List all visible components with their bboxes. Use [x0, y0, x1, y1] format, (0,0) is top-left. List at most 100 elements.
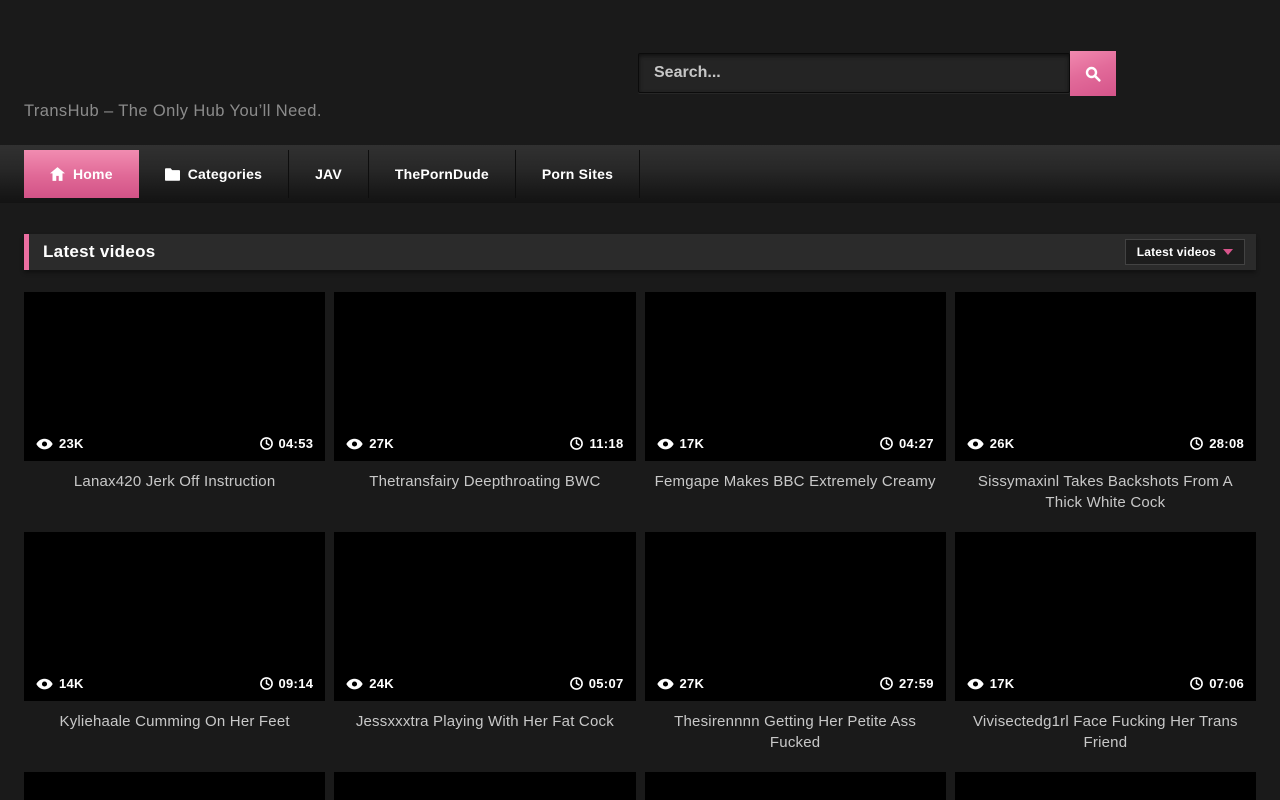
video-card[interactable]: 27K 11:18 Thetransfairy Deepthroating BW…: [334, 292, 635, 532]
nav-item-porn-sites[interactable]: Porn Sites: [516, 150, 640, 198]
search-button[interactable]: [1070, 51, 1116, 96]
section-header: Latest videos Latest videos: [24, 234, 1256, 270]
site-header: TransHub – The Only Hub You’ll Need.: [0, 0, 1280, 145]
video-card[interactable]: 27K 27:59 Thesirennnn Getting Her Petite…: [645, 532, 946, 772]
views-stat: 17K: [657, 436, 705, 451]
views-stat: 14K: [36, 676, 84, 691]
duration-stat: 05:07: [570, 676, 624, 691]
clock-icon: [570, 437, 583, 450]
video-thumbnail[interactable]: [24, 772, 325, 800]
clock-icon: [880, 437, 893, 450]
video-thumbnail[interactable]: 17K 07:06: [955, 532, 1256, 701]
search-form: [638, 51, 1116, 96]
thumb-stats: 26K 28:08: [955, 426, 1256, 461]
duration-value: 11:18: [589, 436, 623, 451]
nav-item-theporndude[interactable]: ThePornDude: [369, 150, 516, 198]
views-count: 23K: [59, 436, 84, 451]
video-card[interactable]: 17K 07:06 Vivisectedg1rl Face Fucking He…: [955, 532, 1256, 772]
video-thumbnail[interactable]: [955, 772, 1256, 800]
video-thumbnail[interactable]: 24K 05:07: [334, 532, 635, 701]
clock-icon: [1190, 437, 1203, 450]
clock-icon: [1190, 677, 1203, 690]
nav-item-label: JAV: [315, 166, 342, 182]
video-title[interactable]: Sissymaxinl Takes Backshots From A Thick…: [955, 461, 1256, 532]
video-card[interactable]: 17K 04:27 Femgape Makes BBC Extremely Cr…: [645, 292, 946, 532]
sort-dropdown[interactable]: Latest videos: [1125, 239, 1245, 265]
video-thumbnail[interactable]: [645, 772, 946, 800]
nav-item-jav[interactable]: JAV: [289, 150, 369, 198]
section-title: Latest videos: [43, 242, 156, 262]
nav-item-label: Categories: [188, 166, 262, 182]
video-thumbnail[interactable]: 17K 04:27: [645, 292, 946, 461]
views-stat: 27K: [657, 676, 705, 691]
video-title[interactable]: Kyliehaale Cumming On Her Feet: [24, 701, 325, 772]
video-card[interactable]: 26K 28:08 Sissymaxinl Takes Backshots Fr…: [955, 292, 1256, 532]
video-thumbnail[interactable]: 23K 04:53: [24, 292, 325, 461]
thumb-stats: 17K 04:27: [645, 426, 946, 461]
clock-icon: [260, 437, 273, 450]
eye-icon: [346, 438, 363, 450]
views-stat: 26K: [967, 436, 1015, 451]
video-card-partial[interactable]: [645, 772, 946, 800]
video-card[interactable]: 24K 05:07 Jessxxxtra Playing With Her Fa…: [334, 532, 635, 772]
eye-icon: [657, 438, 674, 450]
video-title[interactable]: Jessxxxtra Playing With Her Fat Cock: [334, 701, 635, 772]
views-stat: 27K: [346, 436, 394, 451]
video-card[interactable]: 14K 09:14 Kyliehaale Cumming On Her Feet: [24, 532, 325, 772]
duration-value: 27:59: [899, 676, 934, 691]
thumb-stats: 23K 04:53: [24, 426, 325, 461]
duration-stat: 07:06: [1190, 676, 1244, 691]
site-tagline: TransHub – The Only Hub You’ll Need.: [24, 102, 322, 121]
folder-icon: [165, 168, 180, 181]
video-title[interactable]: Thesirennnn Getting Her Petite Ass Fucke…: [645, 701, 946, 772]
sort-dropdown-label: Latest videos: [1137, 245, 1216, 259]
duration-value: 04:27: [899, 436, 934, 451]
nav-item-categories[interactable]: Categories: [139, 150, 289, 198]
video-thumbnail[interactable]: 27K 11:18: [334, 292, 635, 461]
video-title[interactable]: Thetransfairy Deepthroating BWC: [334, 461, 635, 532]
video-title[interactable]: Femgape Makes BBC Extremely Creamy: [645, 461, 946, 532]
duration-stat: 04:27: [880, 436, 934, 451]
views-stat: 17K: [967, 676, 1015, 691]
video-thumbnail[interactable]: 26K 28:08: [955, 292, 1256, 461]
nav-item-label: Porn Sites: [542, 166, 613, 182]
eye-icon: [346, 678, 363, 690]
views-count: 24K: [369, 676, 394, 691]
duration-value: 05:07: [589, 676, 624, 691]
video-card-partial[interactable]: [24, 772, 325, 800]
views-count: 17K: [680, 436, 705, 451]
duration-value: 07:06: [1209, 676, 1244, 691]
home-icon: [50, 167, 65, 181]
eye-icon: [36, 678, 53, 690]
search-input[interactable]: [638, 53, 1070, 93]
views-count: 27K: [369, 436, 394, 451]
video-title[interactable]: Lanax420 Jerk Off Instruction: [24, 461, 325, 532]
video-card-partial[interactable]: [334, 772, 635, 800]
duration-stat: 28:08: [1190, 436, 1244, 451]
video-title[interactable]: Vivisectedg1rl Face Fucking Her Trans Fr…: [955, 701, 1256, 772]
video-card-partial[interactable]: [955, 772, 1256, 800]
views-count: 17K: [990, 676, 1015, 691]
video-thumbnail[interactable]: 14K 09:14: [24, 532, 325, 701]
views-count: 27K: [680, 676, 705, 691]
nav-item-home[interactable]: Home: [24, 150, 139, 198]
eye-icon: [36, 438, 53, 450]
caret-down-icon: [1223, 249, 1233, 255]
clock-icon: [260, 677, 273, 690]
thumb-stats: 27K 27:59: [645, 666, 946, 701]
video-thumbnail[interactable]: [334, 772, 635, 800]
duration-value: 28:08: [1209, 436, 1244, 451]
eye-icon: [967, 438, 984, 450]
views-count: 26K: [990, 436, 1015, 451]
video-thumbnail[interactable]: 27K 27:59: [645, 532, 946, 701]
duration-stat: 27:59: [880, 676, 934, 691]
video-card[interactable]: 23K 04:53 Lanax420 Jerk Off Instruction: [24, 292, 325, 532]
thumb-stats: 27K 11:18: [334, 426, 635, 461]
search-icon: [1084, 65, 1102, 83]
duration-stat: 11:18: [570, 436, 623, 451]
clock-icon: [880, 677, 893, 690]
video-grid: 23K 04:53 Lanax420 Jerk Off Instruction: [0, 292, 1280, 800]
eye-icon: [967, 678, 984, 690]
nav-item-label: ThePornDude: [395, 166, 489, 182]
thumb-stats: 24K 05:07: [334, 666, 635, 701]
